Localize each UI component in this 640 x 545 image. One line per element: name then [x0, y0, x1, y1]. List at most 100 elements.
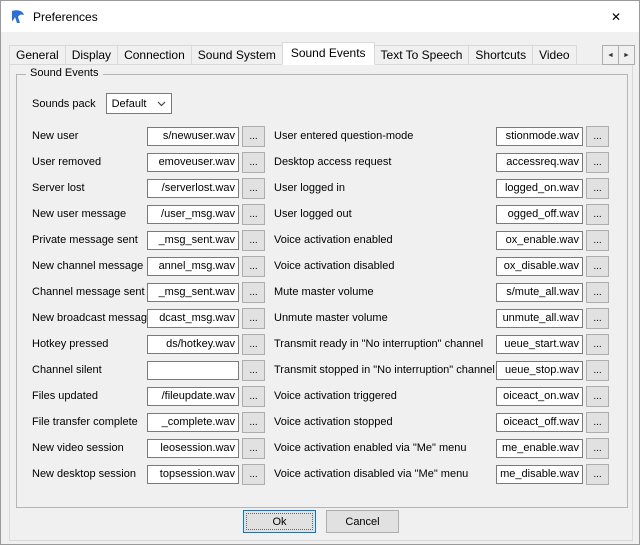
browse-button[interactable]: ...: [242, 308, 265, 329]
browse-button[interactable]: ...: [242, 464, 265, 485]
browse-button[interactable]: ...: [586, 412, 609, 433]
sound-file-input[interactable]: [496, 127, 583, 146]
tab-shortcuts[interactable]: Shortcuts: [468, 45, 533, 65]
ok-button[interactable]: Ok: [243, 510, 316, 533]
sound-event-label: New broadcast message: [32, 312, 147, 324]
app-icon: [10, 9, 26, 25]
browse-button[interactable]: ...: [586, 204, 609, 225]
sound-event-label: Hotkey pressed: [32, 338, 147, 350]
browse-button[interactable]: ...: [242, 282, 265, 303]
browse-button[interactable]: ...: [586, 256, 609, 277]
sound-event-label: User logged in: [274, 182, 496, 194]
tab-strip: GeneralDisplayConnectionSound SystemSoun…: [9, 42, 633, 65]
browse-button[interactable]: ...: [586, 152, 609, 173]
sound-file-input[interactable]: [496, 283, 583, 302]
tab-display[interactable]: Display: [65, 45, 118, 65]
sound-event-label: Channel silent: [32, 364, 147, 376]
sound-event-row: Hotkey pressed ... Transmit ready in "No…: [32, 331, 609, 357]
sound-file-input[interactable]: [496, 309, 583, 328]
sound-file-input[interactable]: [147, 361, 239, 380]
sound-file-input[interactable]: [147, 413, 239, 432]
browse-button[interactable]: ...: [242, 386, 265, 407]
sound-file-input[interactable]: [147, 205, 239, 224]
browse-button[interactable]: ...: [242, 438, 265, 459]
cancel-button[interactable]: Cancel: [326, 510, 399, 533]
sound-event-label: New video session: [32, 442, 147, 454]
sound-event-row: File transfer complete ... Voice activat…: [32, 409, 609, 435]
browse-button[interactable]: ...: [586, 126, 609, 147]
sound-event-label: Voice activation stopped: [274, 416, 496, 428]
browse-button[interactable]: ...: [586, 308, 609, 329]
sound-file-input[interactable]: [496, 179, 583, 198]
browse-button[interactable]: ...: [242, 204, 265, 225]
browse-button[interactable]: ...: [586, 334, 609, 355]
group-title: Sound Events: [26, 67, 103, 79]
arrow-right-icon: ►: [623, 52, 630, 59]
sounds-pack-select[interactable]: Default: [106, 93, 172, 114]
browse-button[interactable]: ...: [586, 360, 609, 381]
sound-file-input[interactable]: [147, 309, 239, 328]
sound-event-row: Private message sent ... Voice activatio…: [32, 227, 609, 253]
browse-button[interactable]: ...: [242, 152, 265, 173]
sound-event-row: Channel silent ... Transmit stopped in "…: [32, 357, 609, 383]
sound-file-input[interactable]: [147, 257, 239, 276]
browse-button[interactable]: ...: [242, 126, 265, 147]
browse-button[interactable]: ...: [586, 438, 609, 459]
sound-file-input[interactable]: [496, 413, 583, 432]
tab-sound-system[interactable]: Sound System: [191, 45, 283, 65]
browse-button[interactable]: ...: [586, 178, 609, 199]
tab-page-sound-events: Sound Events Sounds pack Default New use…: [9, 64, 633, 541]
browse-button[interactable]: ...: [242, 360, 265, 381]
sound-event-row: New user ... User entered question-mode …: [32, 123, 609, 149]
sound-file-input[interactable]: [147, 127, 239, 146]
sound-file-input[interactable]: [496, 335, 583, 354]
browse-button[interactable]: ...: [586, 282, 609, 303]
sound-event-label: Mute master volume: [274, 286, 496, 298]
sound-file-input[interactable]: [496, 439, 583, 458]
browse-button[interactable]: ...: [242, 256, 265, 277]
sound-file-input[interactable]: [496, 465, 583, 484]
tab-scroll-right-button[interactable]: ►: [618, 45, 635, 65]
sound-file-input[interactable]: [147, 335, 239, 354]
sound-file-input[interactable]: [496, 361, 583, 380]
sounds-pack-label: Sounds pack: [32, 98, 96, 110]
tab-scroll-buttons: ◄ ►: [602, 45, 635, 65]
sound-file-input[interactable]: [147, 283, 239, 302]
sound-file-input[interactable]: [147, 179, 239, 198]
sound-event-label: Voice activation triggered: [274, 390, 496, 402]
sound-file-input[interactable]: [147, 231, 239, 250]
sound-file-input[interactable]: [496, 153, 583, 172]
tab-sound-events[interactable]: Sound Events: [282, 42, 375, 65]
sound-file-input[interactable]: [496, 257, 583, 276]
close-button[interactable]: ✕: [593, 1, 639, 32]
sound-file-input[interactable]: [147, 153, 239, 172]
tab-scroll-left-button[interactable]: ◄: [602, 45, 619, 65]
sound-event-label: Voice activation disabled: [274, 260, 496, 272]
tab-video[interactable]: Video: [532, 45, 576, 65]
sound-file-input[interactable]: [496, 387, 583, 406]
sound-event-label: User logged out: [274, 208, 496, 220]
sound-event-label: Desktop access request: [274, 156, 496, 168]
sound-event-label: Files updated: [32, 390, 147, 402]
titlebar[interactable]: Preferences ✕: [1, 1, 639, 32]
sound-file-input[interactable]: [496, 231, 583, 250]
sound-event-row: New user message ... User logged out ...: [32, 201, 609, 227]
sound-file-input[interactable]: [496, 205, 583, 224]
sound-file-input[interactable]: [147, 387, 239, 406]
browse-button[interactable]: ...: [242, 178, 265, 199]
tab-general[interactable]: General: [9, 45, 66, 65]
tab-text-to-speech[interactable]: Text To Speech: [374, 45, 470, 65]
browse-button[interactable]: ...: [242, 230, 265, 251]
sound-event-label: Transmit ready in "No interruption" chan…: [274, 338, 496, 350]
browse-button[interactable]: ...: [586, 464, 609, 485]
dialog-footer: Ok Cancel: [10, 510, 632, 533]
browse-button[interactable]: ...: [586, 230, 609, 251]
sound-event-row: New video session ... Voice activation e…: [32, 435, 609, 461]
sounds-pack-row: Sounds pack Default: [32, 93, 172, 114]
browse-button[interactable]: ...: [586, 386, 609, 407]
browse-button[interactable]: ...: [242, 334, 265, 355]
tab-connection[interactable]: Connection: [117, 45, 192, 65]
sound-file-input[interactable]: [147, 439, 239, 458]
browse-button[interactable]: ...: [242, 412, 265, 433]
sound-file-input[interactable]: [147, 465, 239, 484]
